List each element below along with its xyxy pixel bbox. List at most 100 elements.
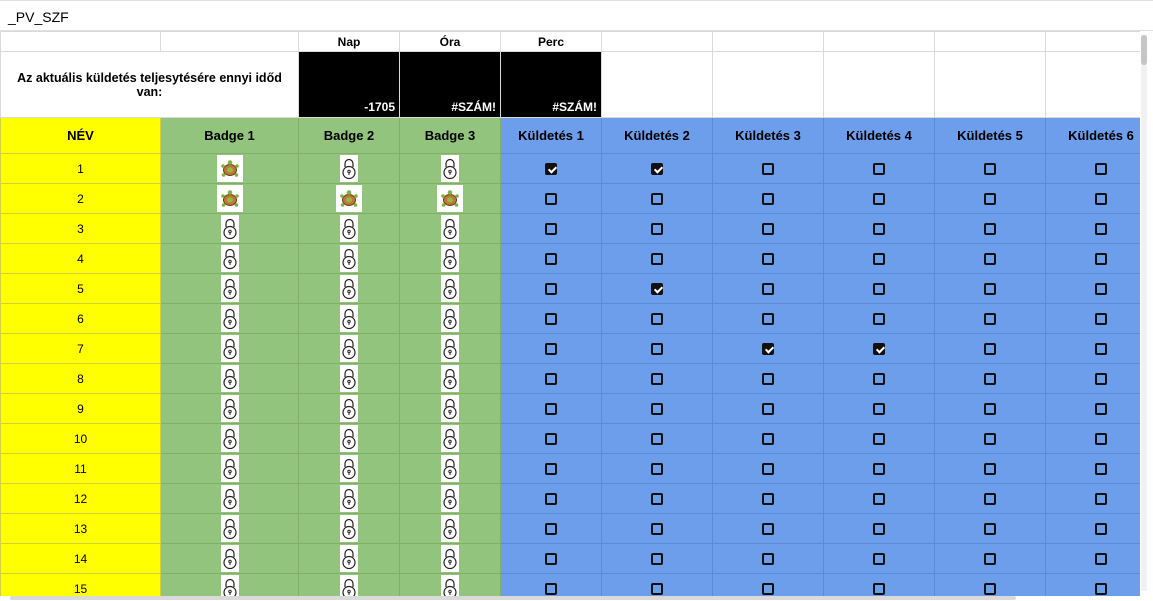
row-name-cell[interactable]: 14 bbox=[0, 543, 161, 574]
unchecked-checkbox[interactable] bbox=[762, 493, 774, 506]
row-name-cell[interactable]: 9 bbox=[0, 393, 161, 424]
row-name-cell[interactable]: 8 bbox=[0, 363, 161, 394]
unchecked-checkbox[interactable] bbox=[1095, 343, 1107, 356]
perc-label[interactable]: Perc bbox=[500, 31, 602, 52]
badge-cell[interactable] bbox=[160, 513, 299, 544]
unchecked-checkbox[interactable] bbox=[873, 583, 885, 596]
unchecked-checkbox[interactable] bbox=[651, 193, 663, 206]
spreadsheet-grid[interactable]: Nap Óra Perc Az aktuális küldetés teljes… bbox=[0, 31, 1140, 596]
unchecked-checkbox[interactable] bbox=[873, 283, 885, 296]
unchecked-checkbox[interactable] bbox=[651, 493, 663, 506]
unchecked-checkbox[interactable] bbox=[762, 373, 774, 386]
unchecked-checkbox[interactable] bbox=[984, 223, 996, 236]
badge-1-header[interactable]: Badge 1 bbox=[160, 117, 299, 154]
badge-cell[interactable] bbox=[298, 393, 400, 424]
vertical-scrollbar[interactable] bbox=[1141, 35, 1147, 591]
badge-cell[interactable] bbox=[160, 423, 299, 454]
unchecked-checkbox[interactable] bbox=[1095, 583, 1107, 596]
mission-4-header[interactable]: Küldetés 4 bbox=[823, 117, 935, 154]
mission-2-header[interactable]: Küldetés 2 bbox=[601, 117, 713, 154]
badge-cell[interactable] bbox=[399, 303, 501, 334]
badge-cell[interactable] bbox=[298, 543, 400, 574]
unchecked-checkbox[interactable] bbox=[873, 463, 885, 476]
row-name-cell[interactable]: 11 bbox=[0, 453, 161, 484]
badge-cell[interactable] bbox=[160, 153, 299, 184]
row-name-cell[interactable]: 15 bbox=[0, 573, 161, 596]
empty-cell[interactable] bbox=[601, 31, 713, 52]
badge-cell[interactable] bbox=[298, 333, 400, 364]
unchecked-checkbox[interactable] bbox=[651, 463, 663, 476]
unchecked-checkbox[interactable] bbox=[762, 283, 774, 296]
badge-cell[interactable] bbox=[298, 483, 400, 514]
badge-cell[interactable] bbox=[399, 543, 501, 574]
unchecked-checkbox[interactable] bbox=[984, 463, 996, 476]
empty-cell[interactable] bbox=[823, 31, 935, 52]
unchecked-checkbox[interactable] bbox=[545, 463, 557, 476]
badge-cell[interactable] bbox=[399, 333, 501, 364]
unchecked-checkbox[interactable] bbox=[1095, 433, 1107, 446]
row-name-cell[interactable]: 2 bbox=[0, 183, 161, 214]
empty-cell[interactable] bbox=[0, 31, 161, 52]
unchecked-checkbox[interactable] bbox=[651, 313, 663, 326]
badge-cell[interactable] bbox=[298, 513, 400, 544]
empty-cell[interactable] bbox=[712, 51, 824, 118]
ora-label[interactable]: Óra bbox=[399, 31, 501, 52]
unchecked-checkbox[interactable] bbox=[1095, 163, 1107, 176]
unchecked-checkbox[interactable] bbox=[984, 403, 996, 416]
unchecked-checkbox[interactable] bbox=[545, 523, 557, 536]
unchecked-checkbox[interactable] bbox=[984, 193, 996, 206]
badge-cell[interactable] bbox=[160, 543, 299, 574]
row-name-cell[interactable]: 5 bbox=[0, 273, 161, 304]
unchecked-checkbox[interactable] bbox=[873, 373, 885, 386]
empty-cell[interactable] bbox=[1045, 51, 1140, 118]
unchecked-checkbox[interactable] bbox=[762, 313, 774, 326]
unchecked-checkbox[interactable] bbox=[984, 283, 996, 296]
unchecked-checkbox[interactable] bbox=[1095, 223, 1107, 236]
badge-cell[interactable] bbox=[298, 453, 400, 484]
name-column-header[interactable]: NÉV bbox=[0, 117, 161, 154]
unchecked-checkbox[interactable] bbox=[1095, 403, 1107, 416]
badge-cell[interactable] bbox=[399, 483, 501, 514]
badge-cell[interactable] bbox=[160, 273, 299, 304]
unchecked-checkbox[interactable] bbox=[545, 403, 557, 416]
unchecked-checkbox[interactable] bbox=[762, 403, 774, 416]
minutes-value[interactable]: #SZÁM! bbox=[500, 51, 602, 118]
checked-checkbox[interactable] bbox=[873, 343, 885, 356]
unchecked-checkbox[interactable] bbox=[1095, 193, 1107, 206]
unchecked-checkbox[interactable] bbox=[545, 583, 557, 596]
empty-cell[interactable] bbox=[823, 51, 935, 118]
unchecked-checkbox[interactable] bbox=[651, 223, 663, 236]
unchecked-checkbox[interactable] bbox=[545, 493, 557, 506]
unchecked-checkbox[interactable] bbox=[984, 433, 996, 446]
badge-cell[interactable] bbox=[298, 303, 400, 334]
unchecked-checkbox[interactable] bbox=[873, 553, 885, 566]
badge-3-header[interactable]: Badge 3 bbox=[399, 117, 501, 154]
row-name-cell[interactable]: 7 bbox=[0, 333, 161, 364]
vertical-scroll-thumb[interactable] bbox=[1141, 35, 1147, 65]
badge-cell[interactable] bbox=[298, 573, 400, 596]
badge-2-header[interactable]: Badge 2 bbox=[298, 117, 400, 154]
unchecked-checkbox[interactable] bbox=[873, 193, 885, 206]
badge-cell[interactable] bbox=[160, 393, 299, 424]
mission-6-header[interactable]: Küldetés 6 bbox=[1045, 117, 1140, 154]
unchecked-checkbox[interactable] bbox=[984, 163, 996, 176]
unchecked-checkbox[interactable] bbox=[873, 433, 885, 446]
unchecked-checkbox[interactable] bbox=[762, 523, 774, 536]
unchecked-checkbox[interactable] bbox=[651, 403, 663, 416]
unchecked-checkbox[interactable] bbox=[651, 433, 663, 446]
unchecked-checkbox[interactable] bbox=[984, 493, 996, 506]
badge-cell[interactable] bbox=[160, 453, 299, 484]
empty-cell[interactable] bbox=[934, 51, 1046, 118]
unchecked-checkbox[interactable] bbox=[873, 523, 885, 536]
unchecked-checkbox[interactable] bbox=[1095, 283, 1107, 296]
badge-cell[interactable] bbox=[298, 423, 400, 454]
badge-cell[interactable] bbox=[298, 273, 400, 304]
unchecked-checkbox[interactable] bbox=[651, 373, 663, 386]
checked-checkbox[interactable] bbox=[762, 343, 774, 356]
unchecked-checkbox[interactable] bbox=[984, 523, 996, 536]
unchecked-checkbox[interactable] bbox=[1095, 253, 1107, 266]
unchecked-checkbox[interactable] bbox=[873, 313, 885, 326]
checked-checkbox[interactable] bbox=[651, 163, 663, 176]
unchecked-checkbox[interactable] bbox=[762, 433, 774, 446]
unchecked-checkbox[interactable] bbox=[545, 193, 557, 206]
